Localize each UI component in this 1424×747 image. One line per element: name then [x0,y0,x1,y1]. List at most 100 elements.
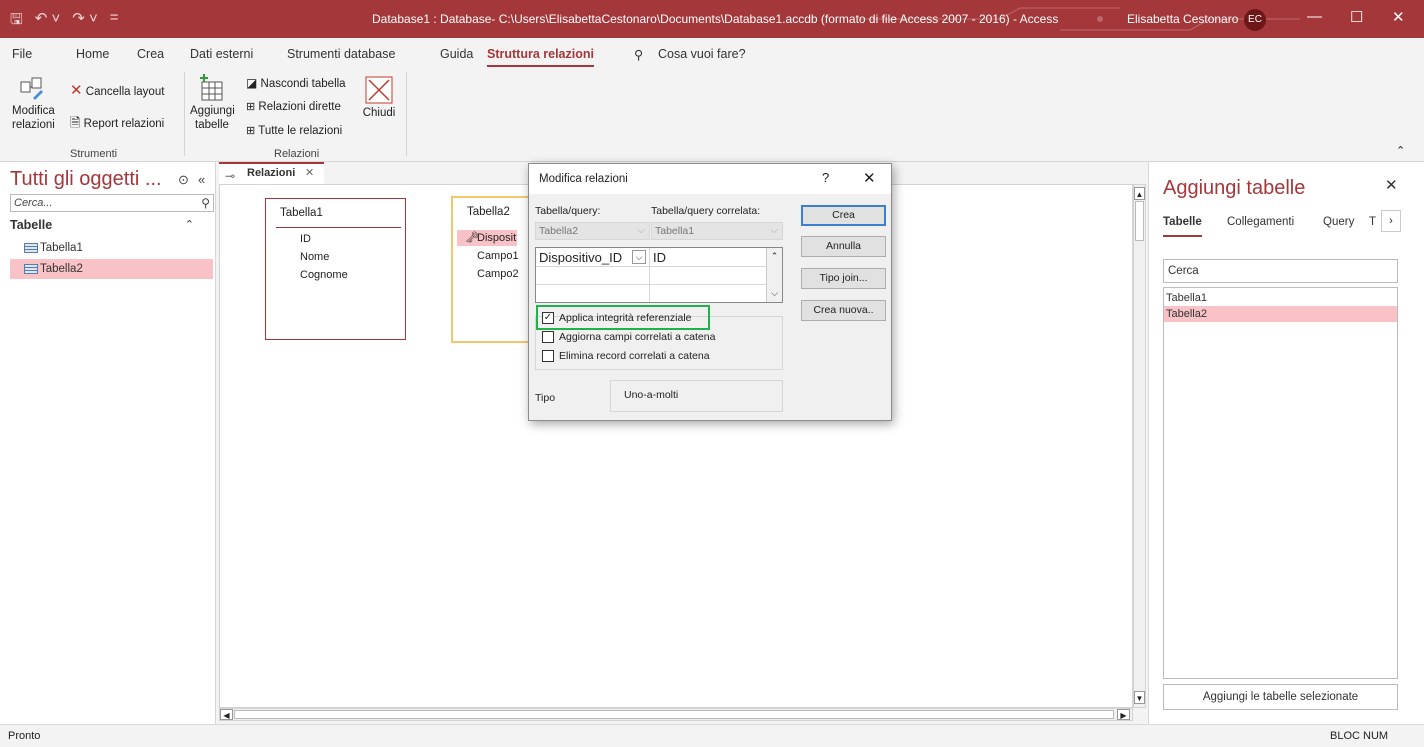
pane-search-input[interactable]: Cerca [1163,259,1398,283]
add-selected-tables-button[interactable]: Aggiungi le tabelle selezionate [1163,684,1398,710]
crea-button[interactable]: Crea [801,205,886,226]
field-nome[interactable]: Nome [300,251,329,263]
crea-nuova-button[interactable]: Crea nuova.. [801,300,886,321]
grid-cell-right[interactable]: ID [650,249,666,266]
scroll-up-icon[interactable]: ⌃ [768,249,781,263]
close-pane-icon[interactable]: ✕ [1385,176,1398,194]
grid-cell-left[interactable]: Dispositivo_ID [536,249,622,266]
redo-icon[interactable]: ↷ ˅ [72,9,98,34]
collapse-nav-icon[interactable]: « [198,172,205,187]
tell-me-search[interactable]: Cosa vuoi fare? [658,47,746,61]
tutte-relazioni-button[interactable]: ⊞ Tutte le relazioni [246,124,342,138]
customize-qat-icon[interactable]: = [110,9,119,34]
vertical-scrollbar[interactable]: ▲ ▼ [1133,184,1146,708]
table-box-tabella2[interactable]: Tabella2 🗝 Disposit Campo1 Campo2 [451,196,531,343]
modifica-relazioni-label: Modifica relazioni [12,105,55,131]
modifica-relazioni-button[interactable]: Modifica relazioni [12,76,55,132]
field-cognome[interactable]: Cognome [300,269,348,281]
close-tab-icon[interactable]: ✕ [305,164,314,183]
tutte-relazioni-label: Tutte le relazioni [258,125,343,137]
checkbox-icon [542,350,554,362]
close-dialog-button[interactable]: ✕ [863,169,876,187]
grid-scrollbar[interactable]: ⌃ ⌵ [766,248,782,302]
minimize-button[interactable]: — [1307,8,1322,25]
field-mapping-grid[interactable]: Dispositivo_ID ⌵ ID ⌃ ⌵ [535,247,783,303]
field-campo2[interactable]: Campo2 [477,268,519,280]
report-icon: 🗎 [70,115,81,130]
nav-title[interactable]: Tutti gli oggetti ... [10,168,162,191]
chevron-right-icon[interactable]: › [1381,210,1401,232]
cascade-delete-checkbox[interactable]: Elimina record correlati a catena [542,350,710,363]
tables-list[interactable]: Tabella1 Tabella2 [1163,287,1398,679]
aggiungi-tabelle-button[interactable]: Aggiungi tabelle [190,74,235,132]
chevron-down-icon[interactable]: ⌵ [632,250,646,264]
related-table-select: Tabella1 ⌵ [651,222,783,240]
dialog-title-bar[interactable]: Modifica relazioni ? ✕ [529,164,891,194]
tab-strumenti-database[interactable]: Strumenti database [287,47,395,61]
nav-item-tabella1[interactable]: Tabella1 [10,238,213,258]
search-icon[interactable]: ⚲ [201,195,210,211]
scroll-left-icon[interactable]: ◀ [220,709,233,720]
save-icon[interactable]: 🖫 [10,9,23,34]
cancella-layout-button[interactable]: ✕ Cancella layout [70,83,165,99]
nav-menu-icon[interactable]: ⊙ [178,172,189,188]
maximize-button[interactable]: ☐ [1350,8,1363,26]
tell-me-icon[interactable]: ⚲ [634,47,643,62]
tab-dati-esterni[interactable]: Dati esterni [190,47,253,61]
scroll-thumb[interactable] [234,710,1114,719]
field-id[interactable]: ID [300,233,311,245]
close-window-button[interactable]: ✕ [1392,8,1405,26]
table-box-tabella1[interactable]: Tabella1 ID Nome Cognome [265,198,406,340]
nav-search-placeholder: Cerca... [14,197,53,209]
nav-item-label: Tabella1 [40,242,83,254]
tab-home[interactable]: Home [76,47,109,61]
group-strumenti-label: Strumenti [70,148,118,160]
field-dispositivo-id[interactable]: Disposit [477,232,516,244]
nav-search-input[interactable]: Cerca... ⚲ [10,194,214,212]
nav-section-tabelle[interactable]: Tabelle ⌃ [10,218,206,232]
nav-item-tabella2[interactable]: Tabella2 [10,259,213,279]
table-box-divider [276,227,401,228]
nascondi-tabella-button[interactable]: ◪ Nascondi tabella [246,76,346,91]
help-button[interactable]: ? [822,170,829,185]
tab-crea[interactable]: Crea [137,47,164,61]
tab-relazioni-label: Relazioni [247,167,296,179]
list-item[interactable]: Tabella1 [1164,290,1397,306]
undo-icon[interactable]: ↶ ˅ [35,9,61,34]
avatar[interactable]: EC [1244,9,1266,31]
tipo-join-button[interactable]: Tipo join... [801,268,886,289]
rtab-more[interactable]: T [1369,216,1376,228]
tab-file[interactable]: File [12,47,32,61]
tipo-label: Tipo [535,392,556,404]
cancella-layout-label: Cancella layout [85,86,165,98]
rtab-query[interactable]: Query [1323,216,1354,228]
rtab-collegamenti[interactable]: Collegamenti [1227,216,1294,228]
list-item[interactable]: Tabella2 [1164,306,1397,322]
horizontal-scrollbar[interactable]: ◀ ▶ [219,708,1133,721]
scroll-right-icon[interactable]: ▶ [1117,709,1130,720]
ribbon-tabs: File Home Crea Dati esterni Strumenti da… [0,38,1424,68]
title-bar: 🖫 ↶ ˅ ↷ ˅ = Database1 : Database- C:\Use… [0,0,1424,38]
collapse-section-icon[interactable]: ⌃ [185,218,194,231]
scroll-thumb[interactable] [1135,201,1144,241]
enforce-integrity-checkbox[interactable]: ✓ Applica integrità referenziale [542,312,692,325]
scroll-down-icon[interactable]: ▼ [1134,691,1145,704]
tab-guida[interactable]: Guida [440,47,473,61]
scroll-down-icon[interactable]: ⌵ [768,286,781,300]
rtab-tabelle[interactable]: Tabelle [1163,216,1202,237]
collapse-ribbon-icon[interactable]: ⌃ [1396,144,1405,157]
aggiungi-tabelle-label: Aggiungi tabelle [190,105,235,131]
report-relazioni-button[interactable]: 🗎 Report relazioni [70,116,164,131]
tab-struttura-relazioni[interactable]: Struttura relazioni [487,47,594,67]
relazioni-dirette-button[interactable]: ⊞ Relazioni dirette [246,100,341,114]
user-name[interactable]: Elisabetta Cestonaro [1127,12,1238,26]
field-campo1[interactable]: Campo1 [477,250,519,262]
cascade-update-checkbox[interactable]: Aggiorna campi correlati a catena [542,331,715,344]
tab-relazioni[interactable]: ⊸ Relazioni ✕ [219,162,324,184]
chiudi-button[interactable]: Chiudi [359,76,399,120]
status-text: Pronto [8,730,41,742]
annulla-button[interactable]: Annulla [801,236,886,257]
scroll-up-icon[interactable]: ▲ [1134,187,1145,200]
chevron-down-icon: ⌵ [770,225,778,236]
ribbon: Modifica relazioni ✕ Cancella layout 🗎 R… [0,68,1424,162]
